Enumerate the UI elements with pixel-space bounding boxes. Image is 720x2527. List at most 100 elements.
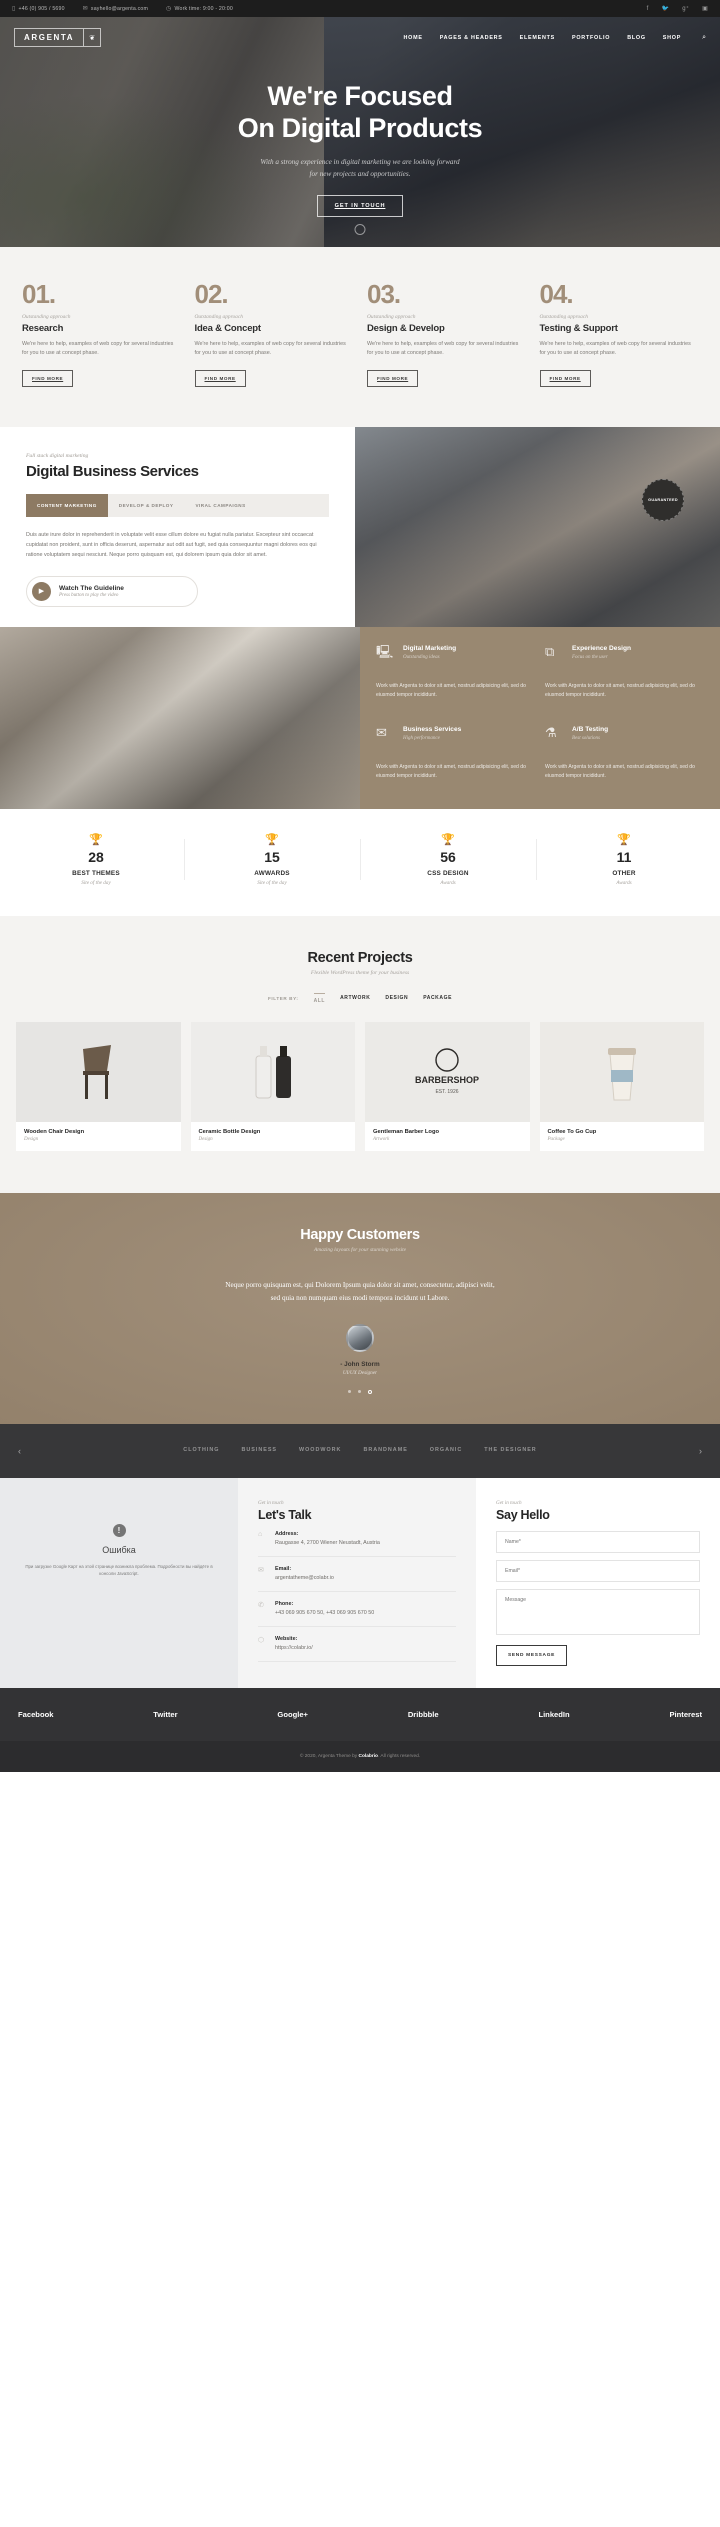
step-find-more-button[interactable]: FIND MORE — [194, 369, 246, 387]
nav-item-portfolio[interactable]: PORTFOLIO — [572, 35, 610, 41]
counter-number: 56 — [440, 848, 456, 865]
tab-viral-campaigns[interactable]: VIRAL CAMPAIGNS — [184, 494, 256, 517]
contact-info-panel: Get in touch Let's Talk ⌂ Address: Rauga… — [238, 1477, 476, 1688]
nav-item-pages-headers[interactable]: PAGES & HEADERS — [440, 35, 503, 41]
message-field[interactable] — [496, 1588, 700, 1635]
contact-left-heading: Let's Talk — [258, 1507, 312, 1522]
contact-info-label: Phone: — [275, 1600, 294, 1607]
feature-card: ⚗ A/B Testing Best solutions Work with A… — [545, 726, 704, 791]
step-number: 02. — [194, 279, 229, 309]
hero-title-line2: On Digital Products — [237, 112, 483, 143]
topbar-email[interactable]: ✉ sayhello@argenta.com — [83, 5, 149, 13]
chevron-left-icon[interactable]: ‹ — [18, 1446, 21, 1456]
watch-guideline-button[interactable]: ▶ Watch The Guideline Press button to pl… — [26, 575, 198, 607]
contact-right-heading: Say Hello — [496, 1507, 550, 1522]
testimonial-quote-line1: Neque porro quisquam est, qui Dolorem Ip… — [225, 1280, 495, 1289]
feature-text: Work with Argenta to dolor sit amet, nos… — [545, 682, 695, 698]
footer-link-googleplus[interactable]: Google+ — [277, 1710, 308, 1719]
projects-section: Recent Projects Flexible WordPress theme… — [0, 915, 720, 1193]
svg-text:BARBERSHOP: BARBERSHOP — [415, 1075, 479, 1085]
counter-label: BEST THEMES — [72, 869, 120, 877]
step-title: Design & Develop — [367, 323, 445, 334]
search-icon[interactable]: ⌕ — [702, 34, 706, 42]
pagination-dot-2[interactable] — [358, 1389, 361, 1393]
copyright-post: . All rights reserved. — [378, 1753, 421, 1759]
copyright-brand[interactable]: Colabrio — [359, 1754, 378, 1759]
client-logo: ORGANIC — [429, 1447, 463, 1454]
send-message-button[interactable]: SEND MESSAGE — [496, 1644, 568, 1666]
step-kicker: Outstanding approach — [367, 314, 416, 320]
footer-link-pinterest[interactable]: Pinterest — [669, 1710, 702, 1719]
contact-info-label: Email: — [275, 1565, 292, 1572]
filter-package[interactable]: PACKAGE — [423, 995, 452, 1001]
filter-design[interactable]: DESIGN — [385, 995, 408, 1001]
step-find-more-button[interactable]: FIND MORE — [22, 369, 74, 387]
nav-item-home[interactable]: HOME — [404, 35, 423, 41]
nav-item-elements[interactable]: ELEMENTS — [520, 35, 555, 41]
topbar-phone[interactable]: ▯ +46 (0) 905 / 5690 — [12, 5, 65, 13]
services-heading: Digital Business Services — [26, 462, 199, 480]
get-in-touch-button[interactable]: GET IN TOUCH — [316, 194, 404, 217]
counter-item: 🏆 15 AWWARDS Site of the day — [184, 833, 360, 886]
nav-item-shop[interactable]: SHOP — [663, 35, 681, 41]
counter-number: 28 — [88, 848, 104, 865]
nav-item-blog[interactable]: BLOG — [627, 35, 646, 41]
tab-develop-deploy[interactable]: DEVELOP & DEPLOY — [108, 494, 185, 517]
contact-left-kicker: Get in touch — [258, 1499, 284, 1506]
project-category: Design — [198, 1136, 213, 1142]
feature-title: Digital Marketing — [403, 644, 457, 652]
bottles-image — [190, 1021, 355, 1122]
google-plus-icon[interactable]: g⁺ — [682, 5, 689, 12]
counter-sub: Awards — [616, 879, 632, 886]
testimonials-heading: Happy Customers — [300, 1226, 420, 1243]
contact-info-value[interactable]: +43 069 905 670 50, +43 069 905 670 50 — [275, 1609, 456, 1617]
name-field[interactable] — [496, 1530, 700, 1553]
clock-icon: ◷ — [166, 6, 172, 12]
twitter-icon[interactable]: 🐦 — [662, 5, 670, 12]
envelope-icon: ✉ — [376, 724, 387, 740]
pagination-dot-3[interactable] — [368, 1389, 372, 1394]
client-logo: CLOTHING — [183, 1447, 220, 1454]
project-title: Coffee To Go Cup — [547, 1128, 597, 1135]
instagram-icon[interactable]: ▣ — [702, 5, 708, 12]
topbar-email-text: sayhello@argenta.com — [90, 5, 149, 12]
counter-sub: Site of the day — [257, 879, 287, 886]
hero-content: We're Focused On Digital Products With a… — [0, 81, 720, 217]
home-icon: ⌂ — [258, 1530, 263, 1538]
contact-info-value[interactable]: https://colabr.io/ — [275, 1644, 456, 1652]
facebook-icon[interactable]: f — [647, 6, 649, 12]
footer-link-facebook[interactable]: Facebook — [18, 1710, 53, 1719]
testimonial-author: - John Storm — [340, 1360, 380, 1368]
chevron-right-icon[interactable]: › — [699, 1446, 702, 1456]
site-logo[interactable]: ARGENTA ❦ — [14, 28, 102, 47]
counter-number: 15 — [264, 848, 280, 865]
hero-title: We're Focused On Digital Products — [0, 81, 720, 145]
project-card[interactable]: Coffee To Go Cup Package — [539, 1021, 704, 1151]
footer-link-dribbble[interactable]: Dribbble — [408, 1710, 439, 1719]
play-icon: ▶ — [32, 581, 51, 601]
feature-text: Work with Argenta to dolor sit amet, nos… — [376, 763, 526, 779]
footer-link-twitter[interactable]: Twitter — [153, 1710, 177, 1719]
step-find-more-button[interactable]: FIND MORE — [367, 369, 419, 387]
footer-link-linkedin[interactable]: LinkedIn — [538, 1710, 569, 1719]
warning-icon: ! — [112, 1523, 126, 1537]
contact-info-value[interactable]: argentatheme@colabr.io — [275, 1574, 456, 1582]
project-card[interactable]: Wooden Chair Design Design — [16, 1021, 181, 1151]
contact-info-phone: ✆ Phone: +43 069 905 670 50, +43 069 905… — [258, 1592, 456, 1627]
client-logo: BRANDNAME — [363, 1447, 408, 1454]
map-error-title: Ошибка — [102, 1544, 136, 1555]
map-panel[interactable]: ! Ошибка При загрузке Google Карт на это… — [0, 1477, 238, 1688]
step-kicker: Outstanding approach — [539, 314, 588, 320]
steps-section: 01. Outstanding approach Research We're … — [0, 247, 720, 427]
scroll-down-indicator[interactable] — [354, 224, 366, 235]
counter-sub: Awards — [440, 879, 456, 886]
filter-all[interactable]: ALL — [313, 992, 326, 1004]
step-number: 03. — [367, 279, 401, 309]
pagination-dot-1[interactable] — [348, 1389, 351, 1393]
project-card[interactable]: Ceramic Bottle Design Design — [190, 1021, 355, 1151]
email-field[interactable] — [496, 1559, 700, 1582]
project-card[interactable]: BARBERSHOP EST. 1926 Gentleman Barber Log… — [365, 1021, 530, 1151]
tab-content-marketing[interactable]: CONTENT MARKETING — [26, 493, 108, 517]
filter-artwork[interactable]: ARTWORK — [340, 995, 370, 1001]
step-find-more-button[interactable]: FIND MORE — [539, 369, 591, 387]
